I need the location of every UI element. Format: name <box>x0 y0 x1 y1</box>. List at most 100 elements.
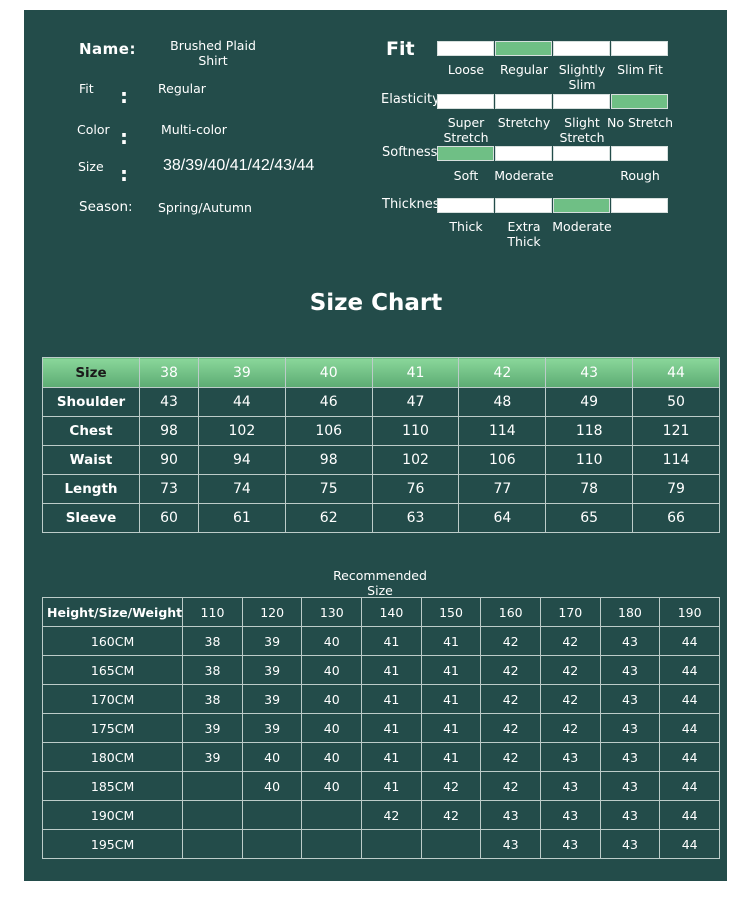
size-chart-header-cell: 40 <box>284 357 373 388</box>
rating-segment <box>495 198 552 213</box>
recommended-cell <box>182 800 243 830</box>
season-label: Season: <box>79 199 133 215</box>
recommended-cell: 190CM <box>41 800 184 830</box>
recommended-cell: 42 <box>420 800 482 830</box>
recommended-header-cell: 180 <box>599 597 661 627</box>
rating-option-label: No Stretch <box>606 115 674 130</box>
recommended-header-cell: 120 <box>241 597 303 627</box>
size-chart-cell: 43 <box>139 387 199 417</box>
recommended-cell: 39 <box>182 713 243 743</box>
recommended-cell: 195CM <box>41 829 184 859</box>
rating-bar <box>437 94 669 109</box>
rating-segment <box>611 198 668 213</box>
recommended-cell: 165CM <box>41 655 184 685</box>
recommended-cell: 41 <box>361 742 422 772</box>
size-chart-cell: Length <box>42 474 140 504</box>
recommended-size-title: Recommended Size <box>333 568 427 598</box>
rating-title: Softness <box>382 145 438 160</box>
recommended-cell: 185CM <box>41 771 184 801</box>
recommended-cell: 41 <box>361 655 422 685</box>
recommended-cell: 42 <box>480 684 541 714</box>
rating-segment <box>437 146 494 161</box>
recommended-cell: 43 <box>540 742 601 772</box>
table-row: 185CM 40 40 41 42 42 43 43 44 <box>41 771 720 801</box>
size-chart-cell: 50 <box>632 387 720 417</box>
recommended-cell: 42 <box>480 713 541 743</box>
size-chart-cell: 65 <box>545 503 634 533</box>
size-chart-cell: 44 <box>197 387 286 417</box>
recommended-header-cell: 140 <box>361 597 422 627</box>
recommended-cell: 44 <box>659 626 720 656</box>
rating-option-label: Moderate <box>552 219 612 234</box>
size-chart-cell: 106 <box>458 445 547 475</box>
recommended-cell: 39 <box>241 655 303 685</box>
size-chart-cell: 75 <box>284 474 373 504</box>
recommended-cell: 43 <box>599 684 661 714</box>
recommended-cell: 43 <box>599 800 661 830</box>
season-value: Spring/Autumn <box>158 200 252 215</box>
recommended-cell: 43 <box>599 771 661 801</box>
size-chart-cell: 73 <box>139 474 199 504</box>
rating-segment <box>437 94 494 109</box>
size-chart-header-cell: 39 <box>197 357 286 388</box>
recommended-cell: 39 <box>241 626 303 656</box>
size-label: Size <box>78 159 104 174</box>
recommended-header-cell: 130 <box>301 597 363 627</box>
color-label: Color <box>77 122 110 137</box>
rating-segment <box>611 146 668 161</box>
table-row: Length 73 74 75 76 77 78 79 <box>42 474 720 504</box>
table-row: 195CM 43 43 43 44 <box>41 829 720 859</box>
recommended-cell: 44 <box>659 771 720 801</box>
recommended-header-cell: Height/Size/Weight <box>41 597 184 627</box>
recommended-cell: 175CM <box>41 713 184 743</box>
recommended-cell: 42 <box>540 713 601 743</box>
rating-segment <box>495 41 552 56</box>
recommended-header-cell: 190 <box>659 597 720 627</box>
size-chart-cell: 46 <box>284 387 373 417</box>
recommended-cell: 42 <box>480 655 541 685</box>
recommended-cell: 42 <box>480 742 541 772</box>
size-chart-header-cell: 41 <box>371 357 460 388</box>
size-chart-cell: 49 <box>545 387 634 417</box>
table-row: 190CM 42 42 43 43 43 44 <box>41 800 720 830</box>
table-row: 160CM 38 39 40 41 41 42 42 43 44 <box>41 626 720 656</box>
size-chart-cell: 48 <box>458 387 547 417</box>
size-chart-header-cell: 42 <box>458 357 547 388</box>
size-chart-header-cell: 44 <box>632 357 720 388</box>
rating-bar <box>437 41 669 56</box>
recommended-cell: 43 <box>599 655 661 685</box>
recommended-size-table: Height/Size/Weight 110 120 130 140 150 160 170 1… <box>41 597 720 859</box>
rating-segment <box>495 94 552 109</box>
recommended-cell: 40 <box>241 742 303 772</box>
recommended-cell: 40 <box>301 713 363 743</box>
recommended-cell: 43 <box>599 713 661 743</box>
rating-option-label: Rough <box>620 168 660 183</box>
rating-segment <box>553 94 610 109</box>
recommended-cell: 40 <box>301 742 363 772</box>
size-chart-cell: 76 <box>371 474 460 504</box>
name-label: Name: <box>79 40 136 58</box>
recommended-cell: 40 <box>301 684 363 714</box>
recommended-cell: 41 <box>361 626 422 656</box>
table-row: Chest 98 102 106 110 114 118 121 <box>42 416 720 446</box>
recommended-cell <box>241 800 303 830</box>
rating-option-label: Slim Fit <box>617 62 663 77</box>
size-colon: : <box>120 162 128 186</box>
recommended-cell: 40 <box>301 655 363 685</box>
rating-segment <box>437 41 494 56</box>
recommended-cell: 44 <box>659 829 720 859</box>
size-chart-cell: 62 <box>284 503 373 533</box>
recommended-cell: 160CM <box>41 626 184 656</box>
size-chart-cell: Shoulder <box>42 387 140 417</box>
recommended-cell: 39 <box>241 713 303 743</box>
recommended-cell: 38 <box>182 626 243 656</box>
recommended-cell: 44 <box>659 655 720 685</box>
fit-label: Fit <box>79 81 94 96</box>
recommended-cell: 44 <box>659 713 720 743</box>
size-chart-cell: 78 <box>545 474 634 504</box>
recommended-cell <box>420 829 482 859</box>
recommended-cell: 40 <box>301 626 363 656</box>
size-chart-cell: 79 <box>632 474 720 504</box>
recommended-cell: 41 <box>420 655 482 685</box>
size-chart-cell: 94 <box>197 445 286 475</box>
